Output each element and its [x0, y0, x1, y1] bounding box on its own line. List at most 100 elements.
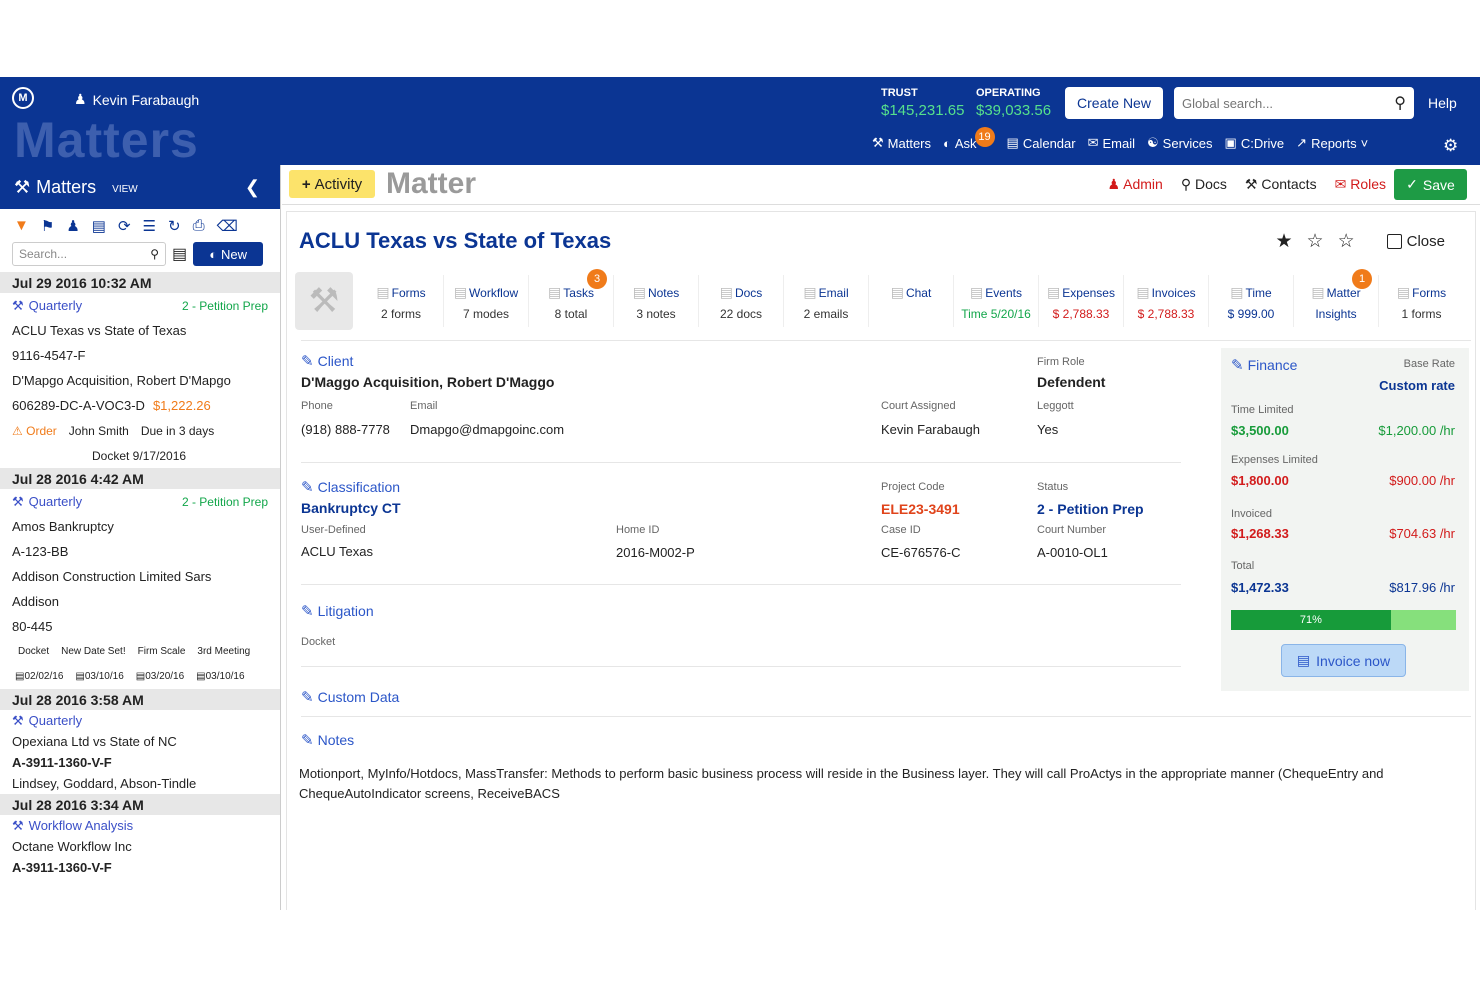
trust-balance[interactable]: TRUST $145,231.65: [881, 87, 964, 119]
print-icon[interactable]: ⎙: [193, 217, 205, 235]
docs-button[interactable]: ⚲ Docs: [1181, 176, 1227, 193]
finance-section[interactable]: Finance: [1231, 356, 1298, 374]
list-item[interactable]: A-123-BB: [0, 539, 280, 564]
star-filled-icon[interactable]: ★: [1276, 230, 1293, 253]
tab-email[interactable]: Email2 emails: [784, 275, 869, 327]
ask-badge: 19: [974, 127, 995, 147]
invoice-now-button[interactable]: ▤ Invoice now: [1281, 644, 1406, 677]
operating-balance[interactable]: OPERATING $39,033.56: [976, 87, 1051, 119]
classification-section[interactable]: Classification: [301, 478, 400, 496]
sidebar: ⚒ Matters VIEW ❮ ▼ ⚑ ♟ ▤ ⟳ ☰ ↻ ⎙ ⌫ Search..…: [0, 165, 281, 910]
list-item[interactable]: D'Mapgo Acquisition, Robert D'Mapgo: [0, 368, 280, 393]
list-item[interactable]: Addison: [0, 589, 280, 614]
save-button[interactable]: ✓ Save: [1394, 169, 1467, 200]
nav-reports[interactable]: ↗ Reports ˅: [1296, 135, 1368, 151]
client-section[interactable]: Client: [301, 352, 354, 370]
list-item[interactable]: Quarterly2 - Petition Prep: [0, 489, 280, 514]
close-button[interactable]: Close: [1386, 233, 1445, 250]
group-header: Jul 28 2016 3:34 AM: [0, 794, 280, 815]
list-item[interactable]: Addison Construction Limited Sars: [0, 564, 280, 589]
list-item[interactable]: Quarterly: [0, 710, 280, 731]
filter-icon[interactable]: ▼: [14, 217, 29, 235]
calendar-picker-icon[interactable]: ▤: [172, 244, 187, 264]
list-item[interactable]: ⚠ Order John Smith Due in 3 days: [0, 418, 280, 443]
litigation-section[interactable]: Litigation: [301, 602, 374, 620]
tag-icon[interactable]: ⚑: [41, 217, 54, 235]
sidebar-search-input[interactable]: Search... ⚲: [12, 242, 166, 266]
gavel-icon: ⚒: [295, 272, 353, 330]
tab-insights[interactable]: 1MatterInsights: [1294, 269, 1379, 327]
roles-button[interactable]: ✉ Roles: [1335, 176, 1386, 193]
main-panel: + Activity Matter ♟ Admin ⚲ Docs ⚒ Contac…: [282, 165, 1480, 910]
tab-tasks[interactable]: 3Tasks8 total: [529, 269, 614, 327]
plus-icon: +: [301, 175, 311, 193]
calendar-icon: ▤: [1006, 135, 1019, 150]
contacts-button[interactable]: ⚒ Contacts: [1245, 176, 1317, 193]
view-toggle[interactable]: VIEW: [112, 184, 138, 195]
sync-icon[interactable]: ⟳: [118, 217, 131, 235]
star-icon[interactable]: ☆: [1338, 230, 1355, 253]
nav-calendar[interactable]: ▤ Calendar: [1007, 135, 1076, 151]
search-icon[interactable]: ⚲: [1394, 93, 1406, 113]
global-search[interactable]: ⚲: [1174, 87, 1414, 119]
gear-icon[interactable]: ⚙: [1443, 136, 1458, 156]
wrench-icon: ⚒: [1244, 176, 1258, 192]
refresh-icon[interactable]: ↻: [168, 217, 181, 235]
trash-icon[interactable]: ⌫: [217, 217, 238, 235]
list-item[interactable]: Lindsey, Goddard, Abson-Tindle: [0, 773, 280, 794]
matter-toolbar: + Activity Matter ♟ Admin ⚲ Docs ⚒ Contac…: [282, 165, 1480, 205]
list-item[interactable]: Opexiana Ltd vs State of NC: [0, 731, 280, 752]
tab-forms[interactable]: Forms2 forms: [359, 275, 444, 327]
client-email[interactable]: Dmapgo@dmapgoinc.com: [410, 422, 564, 437]
custom-data-section[interactable]: Custom Data: [301, 688, 400, 706]
add-activity-button[interactable]: + Activity: [289, 170, 375, 198]
nav-ask[interactable]: ◐ Ask 19: [943, 127, 995, 151]
list-icon[interactable]: ☰: [143, 217, 156, 235]
order-warning: ⚠ Order: [12, 423, 57, 438]
list-item[interactable]: ▤02/02/16 ▤03/10/16 ▤03/20/16 ▤03/10/16: [0, 664, 280, 689]
nav-services[interactable]: ☯ Services: [1147, 135, 1213, 151]
list-item[interactable]: Docket New Date Set! Firm Scale 3rd Meeting: [0, 639, 280, 664]
list-item[interactable]: Workflow Analysis: [0, 815, 280, 836]
list-item[interactable]: ACLU Texas vs State of Texas: [0, 318, 280, 343]
list-item[interactable]: Amos Bankruptcy: [0, 514, 280, 539]
nav-cdrive[interactable]: ▣ C:Drive: [1225, 135, 1285, 151]
new-matter-button[interactable]: ◐ New: [193, 242, 264, 266]
list-item[interactable]: A-3911-1360-V-F: [0, 857, 280, 878]
nav-email[interactable]: ✉ Email: [1088, 135, 1135, 151]
list-item[interactable]: A-3911-1360-V-F: [0, 752, 280, 773]
tab-workflow[interactable]: Workflow7 modes: [444, 275, 529, 327]
star-icon[interactable]: ☆: [1307, 230, 1324, 253]
tab-invoices[interactable]: Invoices$ 2,788.33: [1124, 275, 1209, 327]
tab-expenses[interactable]: Expenses$ 2,788.33: [1039, 275, 1124, 327]
app-logo[interactable]: M: [12, 87, 34, 109]
list-item[interactable]: Docket 9/17/2016: [0, 443, 280, 468]
notes-section[interactable]: Notes: [301, 731, 355, 749]
tab-forms-2[interactable]: Forms1 forms: [1379, 275, 1464, 327]
user-menu[interactable]: ♟ Kevin Farabaugh: [74, 91, 199, 108]
collapse-icon[interactable]: ❮: [245, 177, 260, 198]
calendar-icon[interactable]: ▤: [92, 217, 106, 235]
tab-time[interactable]: Time$ 999.00: [1209, 275, 1294, 327]
global-search-input[interactable]: [1182, 95, 1395, 111]
gavel-icon: ⚒: [14, 176, 31, 197]
nav-matters[interactable]: ⚒ Matters: [872, 135, 931, 151]
tab-events[interactable]: EventsTime 5/20/16: [954, 275, 1039, 327]
finance-panel: Finance Base Rate Custom rate Time Limit…: [1221, 348, 1469, 691]
tab-chat[interactable]: Chat: [869, 275, 954, 327]
list-item[interactable]: Quarterly2 - Petition Prep: [0, 293, 280, 318]
tasks-badge: 3: [587, 269, 607, 289]
list-item[interactable]: Octane Workflow Inc: [0, 836, 280, 857]
ask-icon: ◐: [943, 135, 951, 151]
list-item[interactable]: 9116-4547-F: [0, 343, 280, 368]
help-link[interactable]: Help: [1428, 95, 1457, 111]
page-title: Matter: [386, 167, 477, 200]
list-item[interactable]: 606289-DC-A-VOC3-D $1,222.26: [0, 393, 280, 418]
tab-notes[interactable]: Notes3 notes: [614, 275, 699, 327]
admin-button[interactable]: ♟ Admin: [1107, 176, 1162, 193]
matter-title: ACLU Texas vs State of Texas: [299, 228, 612, 253]
list-item[interactable]: 80-445: [0, 614, 280, 639]
create-new-button[interactable]: Create New: [1065, 87, 1163, 119]
person-icon[interactable]: ♟: [66, 217, 79, 235]
tab-docs[interactable]: Docs22 docs: [699, 275, 784, 327]
